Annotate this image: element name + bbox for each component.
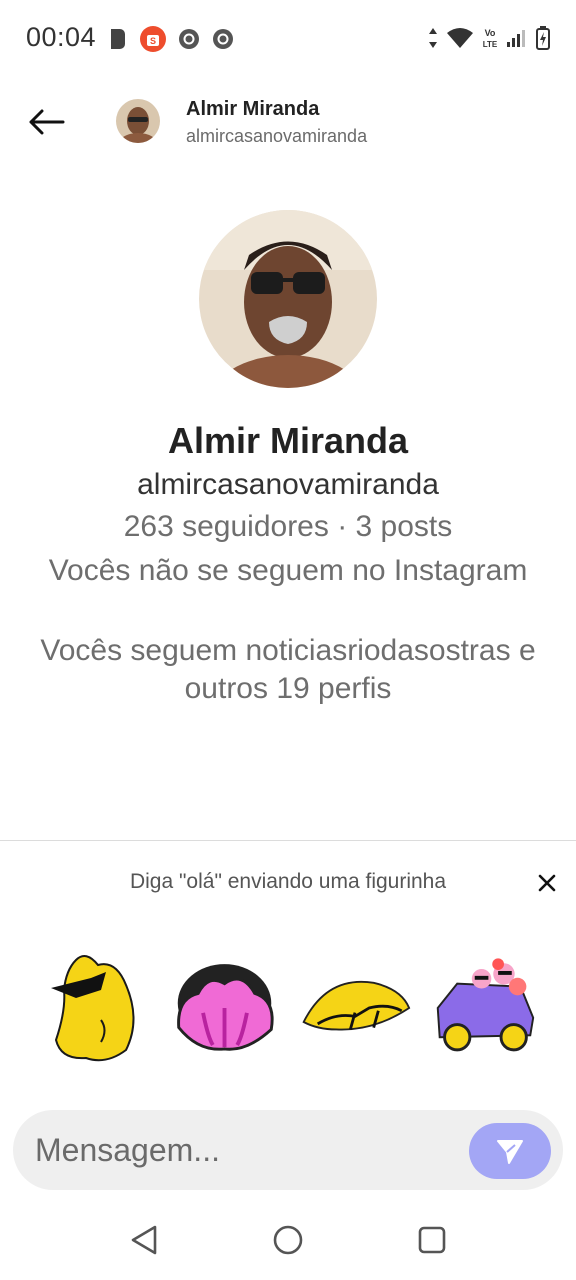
header-name[interactable]: Almir Miranda (186, 98, 319, 121)
square-recents-icon (418, 1226, 446, 1254)
sticker-prompt: Diga "olá" enviando uma figurinha (129, 870, 447, 893)
status-bar: 00:04 S Vo LTE (0, 0, 576, 80)
back-button[interactable] (22, 98, 70, 146)
svg-text:Vo: Vo (485, 28, 496, 38)
message-input[interactable] (35, 1124, 455, 1176)
nav-home-button[interactable] (270, 1222, 306, 1258)
close-icon (538, 874, 556, 892)
chat-header: Almir Miranda almircasanovamiranda (0, 90, 576, 160)
data-arrows-icon (429, 28, 437, 48)
follow-status: Vocês não se seguem no Instagram (48, 554, 528, 587)
sticker-row (40, 945, 540, 1070)
message-composer (13, 1110, 563, 1190)
profile-handle: almircasanovamiranda (137, 468, 439, 501)
purple-car-flowers-sticker[interactable] (428, 948, 540, 1068)
profile-stats: 263 seguidores · 3 posts (123, 510, 453, 543)
chrome-icon (213, 29, 233, 49)
header-handle: almircasanovamiranda (186, 126, 368, 146)
shopee-icon: S (140, 26, 166, 52)
chrome-icon (179, 29, 199, 49)
system-nav-bar (0, 1200, 576, 1280)
battery-charging-icon (536, 26, 550, 50)
status-icons-left: S (108, 26, 234, 52)
nav-recents-button[interactable] (414, 1222, 450, 1258)
yellow-star-sunglasses-sticker[interactable] (40, 948, 152, 1068)
b-app-icon (111, 29, 125, 49)
nav-back-button[interactable] (126, 1222, 162, 1258)
signal-icon (507, 30, 525, 47)
profile-photo[interactable] (199, 210, 377, 388)
close-stickers-button[interactable] (532, 868, 562, 898)
profile-name: Almir Miranda (167, 420, 409, 461)
header-avatar[interactable] (116, 99, 160, 143)
status-icons-right: Vo LTE (428, 26, 550, 50)
volte-icon: Vo LTE (483, 28, 498, 49)
send-icon (497, 1140, 523, 1164)
wifi-icon (447, 28, 473, 48)
triangle-back-icon (131, 1225, 157, 1255)
yellow-leaf-sticker[interactable] (299, 948, 411, 1068)
mutual-follows: Vocês seguem noticiasriodasostras e outr… (40, 634, 536, 705)
svg-text:LTE: LTE (483, 40, 498, 49)
back-arrow-icon (29, 109, 65, 135)
status-time: 00:04 (26, 22, 97, 52)
divider (0, 840, 576, 841)
send-button[interactable] (469, 1123, 551, 1179)
pink-flower-sticker[interactable] (169, 948, 281, 1068)
svg-text:S: S (150, 36, 156, 46)
circle-home-icon (273, 1225, 303, 1255)
